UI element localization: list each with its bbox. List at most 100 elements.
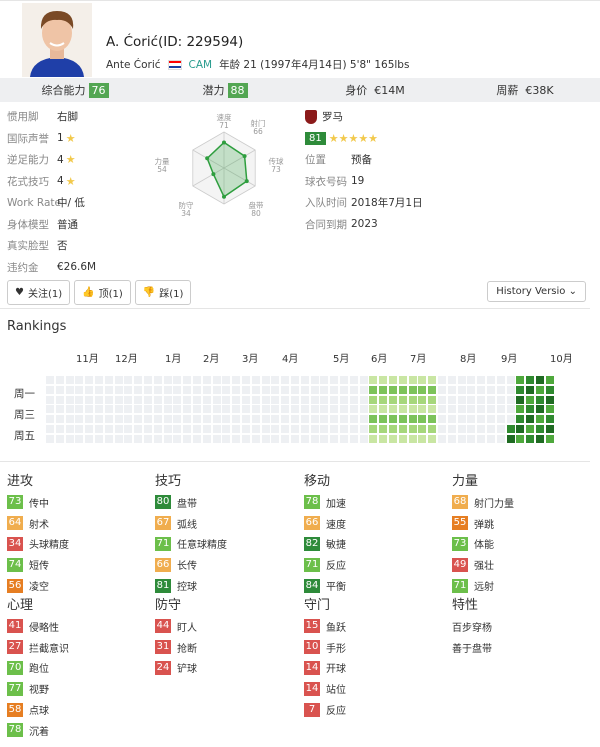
heatmap-cell[interactable] xyxy=(114,385,123,394)
heatmap-cell[interactable] xyxy=(193,434,201,443)
heatmap-cell[interactable] xyxy=(104,415,113,424)
heatmap-cell[interactable] xyxy=(506,415,515,424)
heatmap-cell[interactable] xyxy=(183,385,192,394)
heatmap-cell[interactable] xyxy=(222,376,231,384)
heatmap-cell[interactable] xyxy=(428,376,437,384)
heatmap-cell[interactable] xyxy=(320,405,329,414)
heatmap-cell[interactable] xyxy=(134,405,143,414)
heatmap-cell[interactable] xyxy=(55,405,64,414)
heatmap-cell[interactable] xyxy=(379,425,388,433)
heatmap-cell[interactable] xyxy=(300,385,309,394)
heatmap-cell[interactable] xyxy=(114,376,123,384)
heatmap-cell[interactable] xyxy=(496,405,505,414)
heatmap-cell[interactable] xyxy=(536,385,544,394)
heatmap-cell[interactable] xyxy=(104,425,113,433)
heatmap-cell[interactable] xyxy=(467,434,476,443)
heatmap-cell[interactable] xyxy=(428,395,437,404)
heatmap-cell[interactable] xyxy=(281,405,290,414)
heatmap-cell[interactable] xyxy=(526,376,535,384)
heatmap-cell[interactable] xyxy=(183,415,192,424)
heatmap-cell[interactable] xyxy=(65,425,74,433)
heatmap-cell[interactable] xyxy=(144,425,152,433)
heatmap-cell[interactable] xyxy=(506,395,515,404)
heatmap-cell[interactable] xyxy=(153,425,162,433)
heatmap-cell[interactable] xyxy=(389,425,397,433)
heatmap-cell[interactable] xyxy=(85,385,94,394)
heatmap-cell[interactable] xyxy=(398,395,407,404)
heatmap-cell[interactable] xyxy=(320,376,329,384)
heatmap-cell[interactable] xyxy=(320,385,329,394)
heatmap-cell[interactable] xyxy=(193,385,201,394)
heatmap-cell[interactable] xyxy=(291,405,299,414)
heatmap-cell[interactable] xyxy=(340,425,348,433)
heatmap-cell[interactable] xyxy=(202,385,211,394)
heatmap-cell[interactable] xyxy=(251,405,260,414)
heatmap-cell[interactable] xyxy=(271,385,280,394)
heatmap-cell[interactable] xyxy=(153,376,162,384)
heatmap-cell[interactable] xyxy=(242,434,250,443)
heatmap-cell[interactable] xyxy=(232,415,241,424)
heatmap-cell[interactable] xyxy=(467,385,476,394)
heatmap-cell[interactable] xyxy=(232,385,241,394)
heatmap-cell[interactable] xyxy=(477,405,486,414)
heatmap-cell[interactable] xyxy=(124,434,133,443)
heatmap-cell[interactable] xyxy=(183,405,192,414)
heatmap-cell[interactable] xyxy=(202,376,211,384)
heatmap-cell[interactable] xyxy=(281,415,290,424)
heatmap-cell[interactable] xyxy=(467,405,476,414)
heatmap-cell[interactable] xyxy=(536,425,544,433)
heatmap-cell[interactable] xyxy=(212,434,221,443)
heatmap-cell[interactable] xyxy=(408,385,417,394)
heatmap-cell[interactable] xyxy=(477,434,486,443)
heatmap-cell[interactable] xyxy=(438,376,446,384)
heatmap-cell[interactable] xyxy=(193,415,201,424)
heatmap-cell[interactable] xyxy=(418,434,427,443)
heatmap-cell[interactable] xyxy=(300,376,309,384)
heatmap-cell[interactable] xyxy=(310,415,319,424)
heatmap-cell[interactable] xyxy=(291,395,299,404)
heatmap-cell[interactable] xyxy=(271,395,280,404)
heatmap-cell[interactable] xyxy=(418,385,427,394)
heatmap-cell[interactable] xyxy=(193,405,201,414)
heatmap-cell[interactable] xyxy=(124,405,133,414)
heatmap-cell[interactable] xyxy=(487,425,495,433)
heatmap-cell[interactable] xyxy=(144,385,152,394)
heatmap-cell[interactable] xyxy=(369,415,378,424)
heatmap-cell[interactable] xyxy=(271,376,280,384)
heatmap-cell[interactable] xyxy=(418,395,427,404)
heatmap-cell[interactable] xyxy=(114,415,123,424)
heatmap-cell[interactable] xyxy=(467,425,476,433)
heatmap-cell[interactable] xyxy=(222,385,231,394)
heatmap-cell[interactable] xyxy=(222,434,231,443)
heatmap-cell[interactable] xyxy=(95,405,103,414)
heatmap-cell[interactable] xyxy=(487,415,495,424)
heatmap-cell[interactable] xyxy=(536,405,544,414)
heatmap-cell[interactable] xyxy=(300,415,309,424)
heatmap-cell[interactable] xyxy=(536,415,544,424)
heatmap-cell[interactable] xyxy=(291,376,299,384)
heatmap-cell[interactable] xyxy=(330,415,339,424)
heatmap-cell[interactable] xyxy=(85,434,94,443)
heatmap-cell[interactable] xyxy=(163,395,172,404)
heatmap-cell[interactable] xyxy=(212,376,221,384)
heatmap-cell[interactable] xyxy=(261,415,270,424)
heatmap-cell[interactable] xyxy=(183,434,192,443)
heatmap-cell[interactable] xyxy=(467,376,476,384)
heatmap-cell[interactable] xyxy=(408,415,417,424)
heatmap-cell[interactable] xyxy=(124,415,133,424)
follow-button[interactable]: ♥ 关注(1) xyxy=(7,280,71,305)
heatmap-cell[interactable] xyxy=(310,405,319,414)
heatmap-cell[interactable] xyxy=(124,395,133,404)
heatmap-cell[interactable] xyxy=(95,434,103,443)
heatmap-cell[interactable] xyxy=(369,434,378,443)
heatmap-cell[interactable] xyxy=(242,395,250,404)
heatmap-cell[interactable] xyxy=(526,395,535,404)
heatmap-cell[interactable] xyxy=(428,434,437,443)
heatmap-cell[interactable] xyxy=(55,395,64,404)
heatmap-cell[interactable] xyxy=(526,434,535,443)
heatmap-cell[interactable] xyxy=(487,434,495,443)
heatmap-cell[interactable] xyxy=(438,425,446,433)
heatmap-cell[interactable] xyxy=(359,434,368,443)
heatmap-cell[interactable] xyxy=(457,395,466,404)
heatmap-cell[interactable] xyxy=(310,395,319,404)
